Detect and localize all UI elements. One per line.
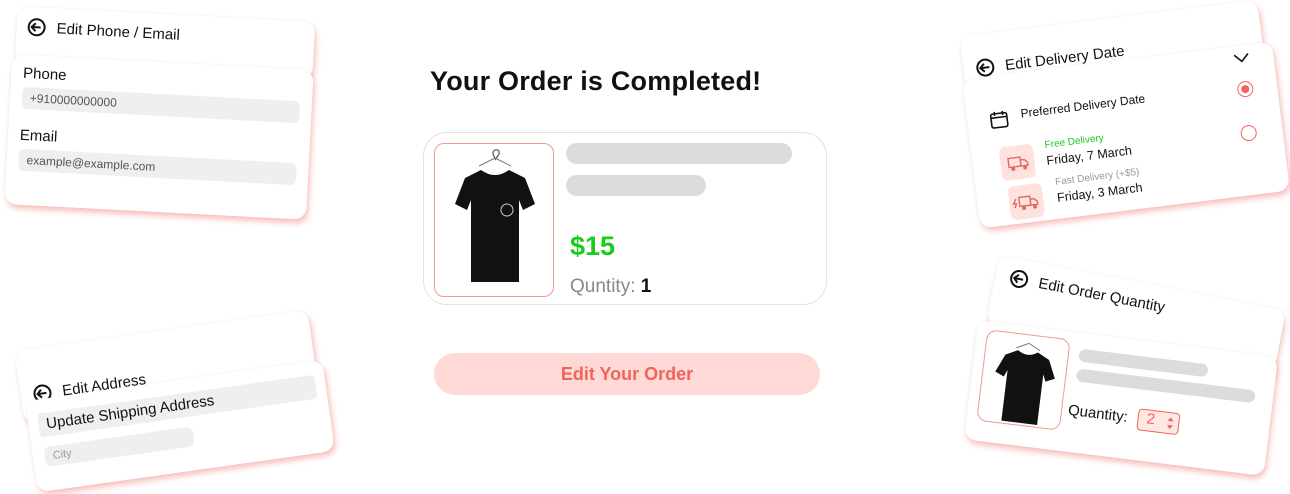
quantity-stepper[interactable]: 2 [1136, 408, 1181, 436]
page-title: Your Order is Completed! [430, 66, 762, 96]
edit-order-button[interactable]: Edit Your Order [434, 353, 820, 395]
placeholder-subtitle-bar [566, 175, 706, 196]
fast-truck-icon [1007, 182, 1046, 221]
product-thumbnail [976, 329, 1071, 431]
quantity-value: 1 [640, 276, 652, 297]
card-title: Edit Phone / Email [56, 19, 181, 44]
chevron-down-icon[interactable] [1233, 52, 1250, 64]
edit-phone-email-form: Phone +910000000000 Email example@exampl… [4, 54, 314, 220]
email-input[interactable]: example@example.com [18, 148, 297, 186]
back-arrow-icon[interactable] [26, 17, 47, 38]
email-label: Email [19, 126, 58, 146]
product-image [434, 143, 554, 297]
truck-icon [998, 143, 1037, 182]
radio-fast-delivery[interactable] [1239, 124, 1258, 142]
quantity-stepper-value: 2 [1145, 410, 1156, 429]
phone-input[interactable]: +910000000000 [21, 86, 301, 124]
radio-free-delivery[interactable] [1236, 80, 1255, 99]
quantity-row: Quntity: 1 [570, 276, 651, 298]
back-arrow-icon[interactable] [1007, 267, 1030, 290]
quantity-label: Quntity: [570, 276, 636, 297]
order-summary-card: $15 Quntity: 1 [423, 132, 827, 305]
phone-label: Phone [22, 64, 67, 85]
stepper-arrows-icon[interactable] [1165, 416, 1175, 431]
placeholder-title-bar [566, 143, 792, 164]
placeholder-subtitle-bar [1075, 368, 1256, 404]
calendar-icon [989, 110, 1009, 129]
preferred-delivery-label: Preferred Delivery Date [1019, 91, 1146, 121]
quantity-label: Quantity: [1067, 401, 1129, 426]
price-text: $15 [570, 231, 616, 261]
card-title: Edit Order Quantity [1037, 274, 1167, 316]
